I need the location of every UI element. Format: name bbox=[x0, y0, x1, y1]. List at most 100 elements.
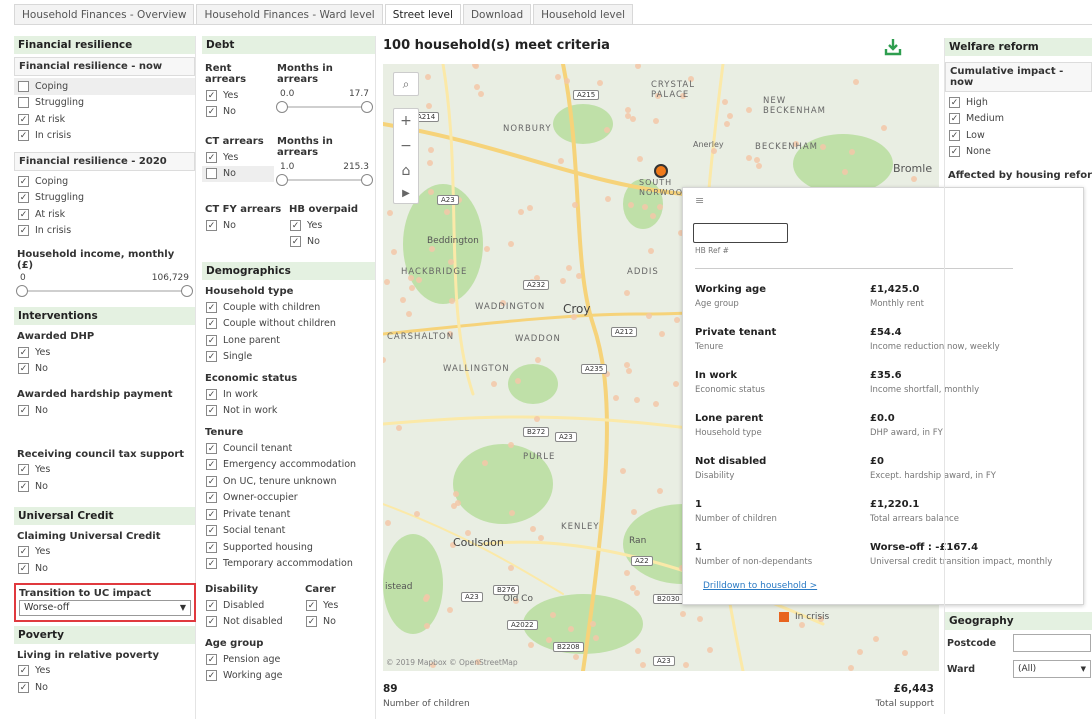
checkbox-checked-icon[interactable]: ✓ bbox=[206, 351, 217, 363]
checkbox-checked-icon[interactable]: ✓ bbox=[18, 562, 29, 574]
household-dot[interactable] bbox=[604, 127, 610, 133]
household-dot[interactable] bbox=[491, 381, 497, 387]
household-dot[interactable] bbox=[546, 637, 552, 643]
checkbox-checked-icon[interactable]: ✓ bbox=[18, 175, 29, 187]
household-dot[interactable] bbox=[630, 116, 636, 122]
household-dot[interactable] bbox=[674, 317, 680, 323]
ct-months-slider[interactable] bbox=[276, 174, 373, 186]
tab-ward-level[interactable]: Household Finances - Ward level bbox=[196, 4, 383, 24]
ct-arrears-yes[interactable]: ✓ Yes bbox=[202, 149, 274, 166]
household-dot[interactable] bbox=[683, 662, 689, 668]
checkbox-checked-icon[interactable]: ✓ bbox=[206, 475, 217, 487]
household-dot[interactable] bbox=[628, 202, 634, 208]
tenure-owner[interactable]: ✓ Owner-occupier bbox=[202, 490, 375, 507]
dhp-no[interactable]: ✓ No bbox=[14, 361, 195, 378]
household-dot[interactable] bbox=[756, 163, 762, 169]
household-dot[interactable] bbox=[754, 157, 760, 163]
household-dot[interactable] bbox=[427, 160, 433, 166]
slider-handle[interactable] bbox=[276, 174, 288, 186]
household-dot[interactable] bbox=[848, 665, 854, 671]
household-dot[interactable] bbox=[624, 570, 630, 576]
checkbox-checked-icon[interactable]: ✓ bbox=[290, 236, 301, 248]
household-dot[interactable] bbox=[447, 607, 453, 613]
carer-yes[interactable]: ✓ Yes bbox=[302, 597, 375, 614]
fr-2020-coping[interactable]: ✓ Coping bbox=[14, 173, 195, 190]
household-dot[interactable] bbox=[724, 121, 730, 127]
household-dot[interactable] bbox=[680, 611, 686, 617]
household-dot[interactable] bbox=[538, 535, 544, 541]
household-dot[interactable] bbox=[597, 80, 603, 86]
fr-2020-struggling[interactable]: ✓ Struggling bbox=[14, 190, 195, 207]
household-dot[interactable] bbox=[653, 118, 659, 124]
household-dot[interactable] bbox=[400, 297, 406, 303]
checkbox-checked-icon[interactable]: ✓ bbox=[206, 492, 217, 504]
ct-fy-no[interactable]: ✓ No bbox=[202, 217, 286, 234]
slider-handle[interactable] bbox=[361, 101, 373, 113]
household-dot[interactable] bbox=[384, 279, 390, 285]
tab-household-level[interactable]: Household level bbox=[533, 4, 634, 24]
household-dot[interactable] bbox=[550, 612, 556, 618]
checkbox-checked-icon[interactable]: ✓ bbox=[206, 616, 217, 628]
tenure-uc-unknown[interactable]: ✓ On UC, tenure unknown bbox=[202, 473, 375, 490]
checkbox-unchecked-icon[interactable] bbox=[18, 80, 29, 92]
household-dot[interactable] bbox=[613, 395, 619, 401]
checkbox-checked-icon[interactable]: ✓ bbox=[206, 670, 217, 682]
household-dot[interactable] bbox=[566, 265, 572, 271]
hb-overpaid-no[interactable]: ✓ No bbox=[286, 234, 375, 251]
household-dot[interactable] bbox=[508, 565, 514, 571]
household-dot[interactable] bbox=[482, 460, 488, 466]
download-button[interactable] bbox=[878, 34, 908, 60]
fr-now-struggling[interactable]: Struggling bbox=[14, 95, 195, 112]
household-dot[interactable] bbox=[646, 313, 652, 319]
household-dot[interactable] bbox=[391, 249, 397, 255]
ctsupport-yes[interactable]: ✓ Yes bbox=[14, 462, 195, 479]
rent-arrears-no[interactable]: ✓ No bbox=[202, 104, 274, 121]
household-dot[interactable] bbox=[423, 596, 429, 602]
household-dot[interactable] bbox=[509, 510, 515, 516]
household-dot[interactable] bbox=[528, 642, 534, 648]
age-working[interactable]: ✓ Working age bbox=[202, 668, 375, 685]
household-dot[interactable] bbox=[564, 78, 570, 84]
checkbox-checked-icon[interactable]: ✓ bbox=[206, 653, 217, 665]
checkbox-checked-icon[interactable]: ✓ bbox=[206, 301, 217, 313]
household-dot[interactable] bbox=[620, 468, 626, 474]
household-dot[interactable] bbox=[508, 442, 514, 448]
household-dot[interactable] bbox=[572, 202, 578, 208]
household-dot[interactable] bbox=[631, 509, 637, 515]
hardship-no[interactable]: ✓ No bbox=[14, 402, 195, 419]
household-dot[interactable] bbox=[534, 416, 540, 422]
household-dot[interactable] bbox=[881, 125, 887, 131]
household-dot[interactable] bbox=[673, 381, 679, 387]
household-dot[interactable] bbox=[409, 285, 415, 291]
household-dot[interactable] bbox=[406, 311, 412, 317]
tenure-emergency[interactable]: ✓ Emergency accommodation bbox=[202, 457, 375, 474]
household-dot[interactable] bbox=[515, 378, 521, 384]
household-dot[interactable] bbox=[722, 99, 728, 105]
household-dot[interactable] bbox=[560, 278, 566, 284]
household-dot[interactable] bbox=[648, 248, 654, 254]
household-dot[interactable] bbox=[642, 204, 648, 210]
household-dot[interactable] bbox=[444, 209, 450, 215]
household-dot[interactable] bbox=[635, 648, 641, 654]
household-dot[interactable] bbox=[429, 246, 435, 252]
household-dot[interactable] bbox=[902, 650, 908, 656]
poverty-yes[interactable]: ✓ Yes bbox=[14, 663, 195, 680]
checkbox-checked-icon[interactable]: ✓ bbox=[18, 363, 29, 375]
checkbox-unchecked-icon[interactable] bbox=[206, 168, 217, 180]
checkbox-checked-icon[interactable]: ✓ bbox=[18, 225, 29, 237]
household-dot[interactable] bbox=[558, 158, 564, 164]
household-dot[interactable] bbox=[746, 107, 752, 113]
checkbox-checked-icon[interactable]: ✓ bbox=[18, 113, 29, 125]
household-dot[interactable] bbox=[820, 144, 826, 150]
menu-icon[interactable]: ≡ bbox=[695, 194, 704, 207]
household-dot[interactable] bbox=[630, 585, 636, 591]
map-search-button[interactable]: ⌕ bbox=[393, 72, 419, 96]
slider-handle[interactable] bbox=[361, 174, 373, 186]
household-dot[interactable] bbox=[453, 491, 459, 497]
checkbox-checked-icon[interactable]: ✓ bbox=[206, 89, 217, 101]
selected-household-marker[interactable] bbox=[654, 164, 668, 178]
checkbox-checked-icon[interactable]: ✓ bbox=[18, 681, 29, 693]
checkbox-checked-icon[interactable]: ✓ bbox=[949, 129, 960, 141]
household-dot[interactable] bbox=[385, 520, 391, 526]
age-pension[interactable]: ✓ Pension age bbox=[202, 651, 375, 668]
